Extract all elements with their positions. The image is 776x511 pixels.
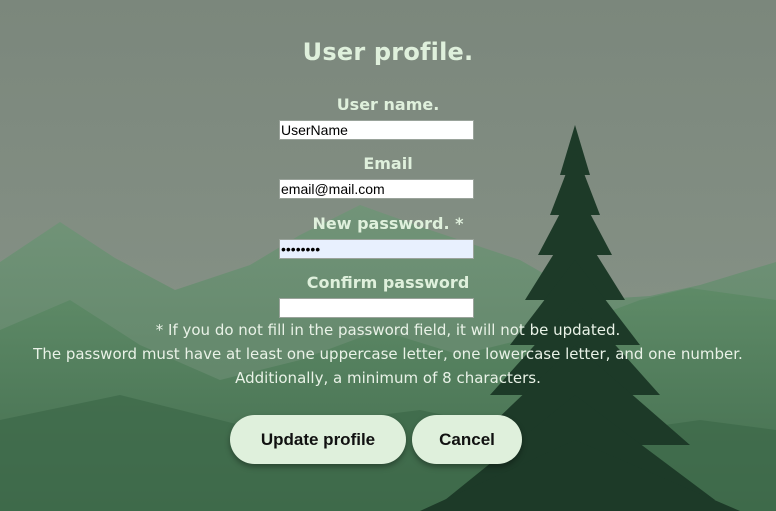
email-label: Email: [363, 154, 413, 173]
username-label: User name.: [336, 95, 440, 114]
new-password-label: New password. *: [312, 214, 464, 233]
email-input[interactable]: [279, 179, 474, 199]
update-profile-button[interactable]: Update profile: [230, 415, 406, 464]
password-note-line1: * If you do not fill in the password fie…: [155, 321, 621, 339]
page-title: User profile.: [302, 38, 474, 66]
new-password-input[interactable]: [279, 239, 474, 259]
password-note-line2: The password must have at least one uppe…: [33, 345, 743, 363]
username-input[interactable]: [279, 120, 474, 140]
profile-form: User profile. User name. Email New passw…: [0, 0, 776, 511]
password-note-line3: Additionally, a minimum of 8 characters.: [235, 369, 541, 387]
cancel-button[interactable]: Cancel: [412, 415, 522, 464]
confirm-password-input[interactable]: [279, 298, 474, 318]
confirm-password-label: Confirm password: [306, 273, 470, 292]
